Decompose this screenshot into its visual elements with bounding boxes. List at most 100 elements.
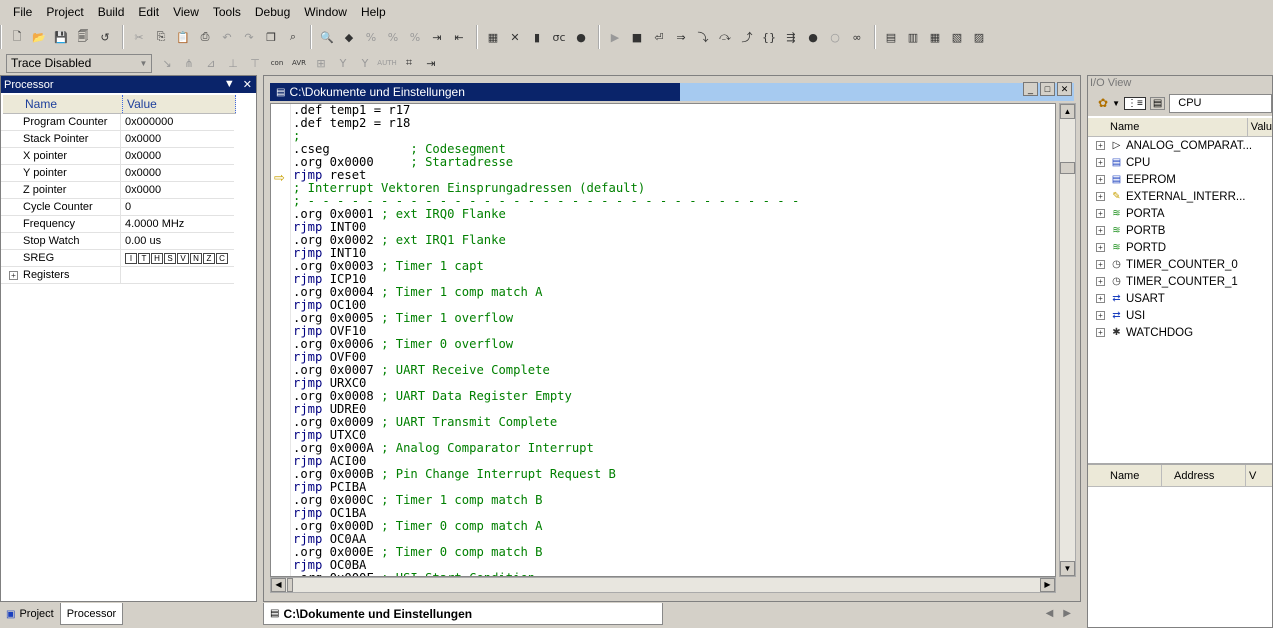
build-icon[interactable]: ▦ — [484, 28, 502, 46]
find-icon[interactable]: 🔍 — [318, 28, 336, 46]
indent-icon[interactable]: ⇥ — [428, 28, 446, 46]
scroll-down-icon[interactable]: ▼ — [1060, 561, 1075, 576]
sigma-icon[interactable]: σc — [550, 28, 568, 46]
code-line[interactable]: .org 0x0004 ; Timer 1 comp match A — [293, 286, 799, 299]
expand-icon[interactable]: + — [1096, 260, 1105, 269]
sreg-bit-c[interactable]: C — [216, 252, 228, 264]
column-header-name[interactable]: Name — [1088, 465, 1162, 486]
column-header-value[interactable]: Valu — [1248, 121, 1272, 133]
reset-icon[interactable]: ⏎ — [650, 28, 668, 46]
processor-row-sreg[interactable]: SREG I T H S V N Z C — [1, 250, 234, 267]
step-out-icon[interactable]: ⤴ — [738, 28, 756, 46]
processor-row-value[interactable]: 0.00 us — [121, 233, 161, 249]
sreg-bit-v[interactable]: V — [177, 252, 189, 264]
menu-help[interactable]: Help — [354, 1, 393, 23]
undo-project-icon[interactable]: ↺ — [96, 28, 114, 46]
scroll-thumb[interactable] — [287, 578, 293, 592]
code-line[interactable]: .org 0x0006 ; Timer 0 overflow — [293, 338, 799, 351]
trace-step-icon[interactable]: ↘ — [158, 54, 176, 72]
print-icon[interactable]: ⎙ — [196, 28, 214, 46]
quickwatch-icon[interactable]: ∞ — [848, 28, 866, 46]
run-to-cursor-icon[interactable]: {} — [760, 28, 778, 46]
scroll-thumb[interactable] — [1060, 162, 1075, 174]
memory-icon[interactable]: ▮ — [528, 28, 546, 46]
menu-window[interactable]: Window — [297, 1, 354, 23]
menu-debug[interactable]: Debug — [248, 1, 297, 23]
watch-window-icon[interactable]: ▤ — [882, 28, 900, 46]
scroll-up-icon[interactable]: ▲ — [1060, 104, 1075, 119]
scroll-right-icon[interactable]: ▶ — [1040, 578, 1055, 592]
show-next-icon[interactable]: ⇒ — [672, 28, 690, 46]
code-line[interactable]: .org 0x0001 ; ext IRQ0 Flanke — [293, 208, 799, 221]
code-line[interactable]: .org 0x0009 ; UART Transmit Complete — [293, 416, 799, 429]
dropdown-arrow-icon[interactable]: ▼ — [224, 78, 235, 91]
processor-row[interactable]: Stop Watch 0.00 us — [1, 233, 234, 250]
close-icon[interactable]: ✕ — [243, 78, 252, 91]
io-item-porta[interactable]: + ≋ PORTA — [1088, 205, 1272, 222]
step-over-icon[interactable]: ⤼ — [716, 28, 734, 46]
bookmark-next-icon[interactable]: % — [362, 28, 380, 46]
io-item-watchdog[interactable]: + ✱ WATCHDOG — [1088, 324, 1272, 341]
trace-mode-select[interactable]: Trace Disabled ▼ — [6, 53, 152, 73]
tree-view-icon[interactable]: ⋮≡ — [1123, 96, 1146, 110]
bookmark-clear-icon[interactable]: % — [406, 28, 424, 46]
expand-icon[interactable]: + — [1096, 141, 1105, 150]
io-item-eeprom[interactable]: + ▤ EEPROM — [1088, 171, 1272, 188]
undo-icon[interactable]: ↶ — [218, 28, 236, 46]
io-item-analog-comparat[interactable]: + ▷ ANALOG_COMPARAT... — [1088, 137, 1272, 154]
code-line[interactable]: .org 0x000D ; Timer 0 comp match A — [293, 520, 799, 533]
processor-row[interactable]: Program Counter 0x000000 — [1, 114, 234, 131]
auto-icon[interactable]: ⊞ — [312, 54, 330, 72]
cut-icon[interactable]: ✂ — [130, 28, 148, 46]
tree-icon[interactable]: Y — [334, 54, 352, 72]
code-line[interactable]: .org 0x0008 ; UART Data Register Empty — [293, 390, 799, 403]
processor-row[interactable]: Z pointer 0x0000 — [1, 182, 234, 199]
sreg-bit-h[interactable]: H — [151, 252, 163, 264]
copy-icon[interactable]: ⎘ — [152, 28, 170, 46]
column-header-value[interactable]: V — [1246, 465, 1256, 486]
expand-icon[interactable]: + — [1096, 175, 1105, 184]
outdent-icon[interactable]: ⇤ — [450, 28, 468, 46]
chevron-down-icon[interactable]: ▼ — [1112, 99, 1120, 108]
expand-icon[interactable]: + — [1096, 328, 1105, 337]
stop-icon[interactable]: ■ — [628, 28, 646, 46]
code-line[interactable]: .org 0x0000 ; Startadresse — [293, 156, 799, 169]
menu-view[interactable]: View — [166, 1, 206, 23]
memory-window-icon[interactable]: ▦ — [926, 28, 944, 46]
con-icon[interactable]: con — [268, 54, 286, 72]
register-window-icon[interactable]: ▥ — [904, 28, 922, 46]
processor-row[interactable]: Cycle Counter 0 — [1, 199, 234, 216]
code-lines[interactable]: .def temp1 = r17 .def temp2 = r18; .cseg ;… — [293, 104, 799, 576]
processor-row[interactable]: Frequency 4.0000 MHz — [1, 216, 234, 233]
column-header-name[interactable]: Name — [1088, 118, 1248, 136]
menu-tools[interactable]: Tools — [206, 1, 248, 23]
avr-icon[interactable]: AVR — [290, 54, 308, 72]
io-item-usi[interactable]: + ⇄ USI — [1088, 307, 1272, 324]
tab-next-icon[interactable]: ▶ — [1063, 608, 1071, 619]
io-item-usart[interactable]: + ⇄ USART — [1088, 290, 1272, 307]
run-icon[interactable]: ▶ — [606, 28, 624, 46]
code-line[interactable]: .org 0x000E ; Timer 0 comp match B — [293, 546, 799, 559]
processor-row[interactable]: Y pointer 0x0000 — [1, 165, 234, 182]
scroll-left-icon[interactable]: ◀ — [271, 578, 286, 592]
expand-icon[interactable]: + — [1096, 158, 1105, 167]
save-icon[interactable]: 💾 — [52, 28, 70, 46]
code-area[interactable]: ⇨ .def temp1 = r17 .def temp2 = r18; .cseg… — [270, 103, 1056, 577]
processor-row-value[interactable]: 0x0000 — [121, 165, 161, 181]
io-item-cpu[interactable]: + ▤ CPU — [1088, 154, 1272, 171]
list-view-icon[interactable]: ▤ — [1149, 96, 1166, 110]
breakpoint-icon[interactable]: ● — [804, 28, 822, 46]
trace-branch-icon[interactable]: ⋔ — [180, 54, 198, 72]
sreg-bit-z[interactable]: Z — [203, 252, 215, 264]
code-line[interactable]: .org 0x000B ; Pin Change Interrupt Reque… — [293, 468, 799, 481]
step-window-icon[interactable]: ⇥ — [422, 54, 440, 72]
windows-icon[interactable]: ❐ — [262, 28, 280, 46]
save-all-icon[interactable]: 🗐 — [74, 28, 92, 46]
io-item-portd[interactable]: + ≋ PORTD — [1088, 239, 1272, 256]
bookmark-toggle-icon[interactable]: ◆ — [340, 28, 358, 46]
tab-prev-icon[interactable]: ◀ — [1046, 608, 1054, 619]
compile-icon[interactable]: ✕ — [506, 28, 524, 46]
processor-row[interactable]: X pointer 0x0000 — [1, 148, 234, 165]
processor-row[interactable]: Stack Pointer 0x0000 — [1, 131, 234, 148]
sreg-bit-i[interactable]: I — [125, 252, 137, 264]
